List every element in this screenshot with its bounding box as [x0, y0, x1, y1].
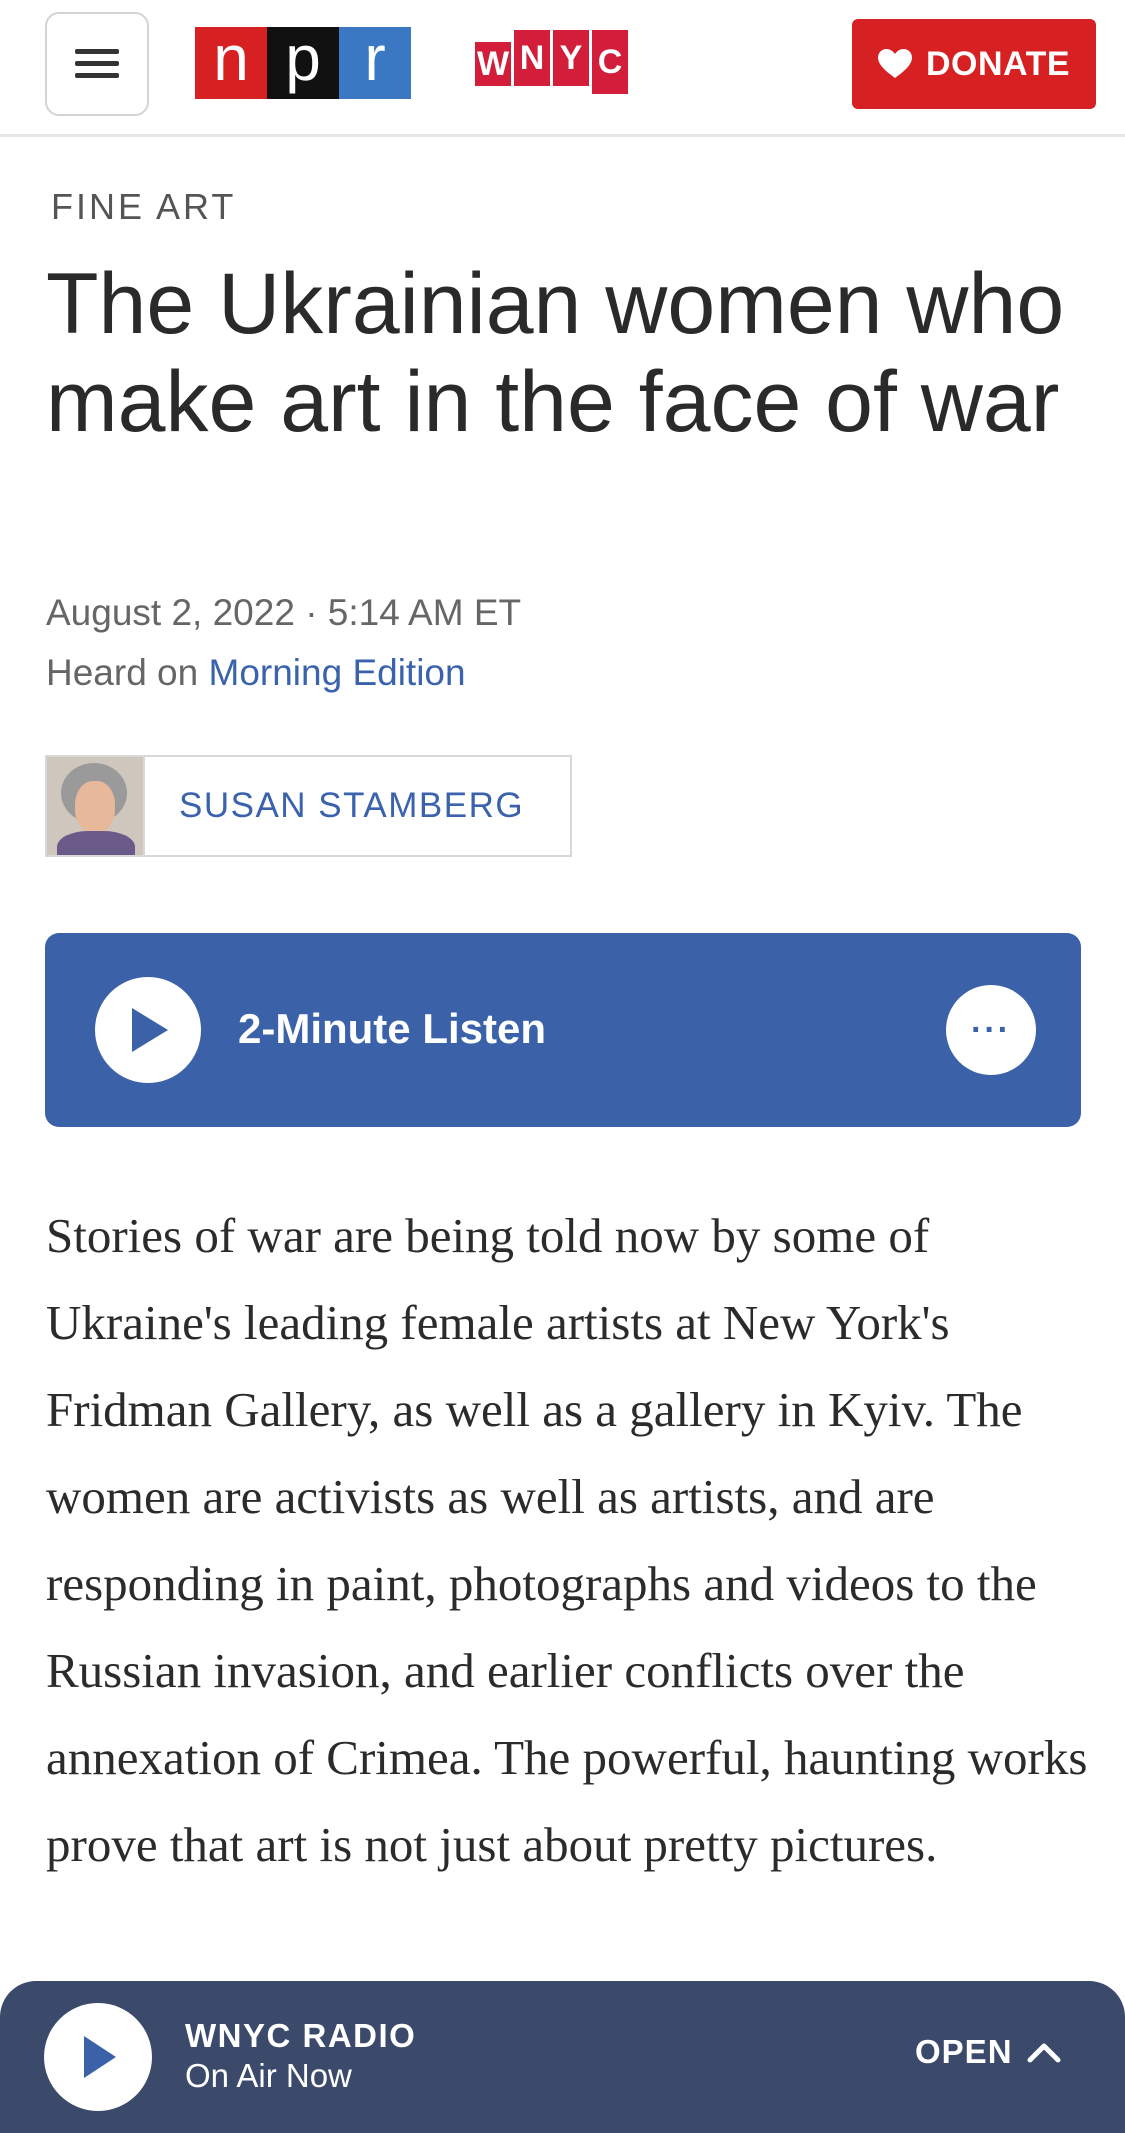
radio-status: On Air Now [185, 2057, 352, 2094]
play-icon [132, 1008, 168, 1052]
heart-icon [877, 49, 912, 78]
hamburger-menu-icon [75, 49, 119, 79]
npr-logo[interactable]: n p r [195, 26, 411, 99]
article-slug[interactable]: FINE ART [51, 186, 236, 228]
donate-label: DONATE [925, 44, 1071, 83]
donate-button[interactable]: DONATE [852, 19, 1096, 109]
npr-logo-letter-n: n [195, 26, 267, 99]
chevron-up-icon [1027, 2043, 1061, 2063]
more-options-button[interactable]: ··· [946, 985, 1036, 1075]
npr-logo-letter-r: r [339, 26, 411, 99]
play-button[interactable] [95, 977, 201, 1083]
menu-button[interactable] [45, 12, 149, 116]
author-avatar [47, 757, 145, 855]
heard-on-prefix: Heard on [46, 652, 199, 693]
wnyc-logo-letter-n: N [514, 30, 550, 86]
listen-duration-label: 2-Minute Listen [238, 1005, 547, 1052]
live-radio-bar: WNYC RADIO On Air Now OPEN [0, 1981, 1125, 2133]
site-header: n p r W N Y C DONATE [0, 0, 1125, 137]
audio-player: 2-Minute Listen ··· [45, 933, 1081, 1127]
wnyc-logo[interactable]: W N Y C [475, 30, 631, 98]
author-name[interactable]: SUSAN STAMBERG [179, 786, 524, 826]
radio-station-name: WNYC RADIO [185, 2017, 417, 2054]
open-label: OPEN [915, 2033, 1013, 2070]
wnyc-logo-letter-y: Y [553, 30, 589, 86]
open-player-button[interactable]: OPEN [915, 2033, 1061, 2071]
article-body-paragraph: Stories of war are being told now by som… [46, 1208, 1088, 1872]
article-dateline: August 2, 2022 · 5:14 AM ET [46, 592, 522, 633]
wnyc-logo-letter-w: W [475, 42, 511, 86]
show-link[interactable]: Morning Edition [209, 652, 466, 693]
radio-play-button[interactable] [44, 2003, 152, 2111]
author-byline[interactable]: SUSAN STAMBERG [45, 755, 572, 857]
wnyc-logo-letter-c: C [592, 30, 628, 94]
heard-on-line: Heard on Morning Edition [46, 652, 466, 694]
npr-logo-letter-p: p [267, 26, 339, 99]
play-icon [84, 2036, 116, 2078]
article-title: The Ukrainian women who make art in the … [46, 256, 1065, 450]
